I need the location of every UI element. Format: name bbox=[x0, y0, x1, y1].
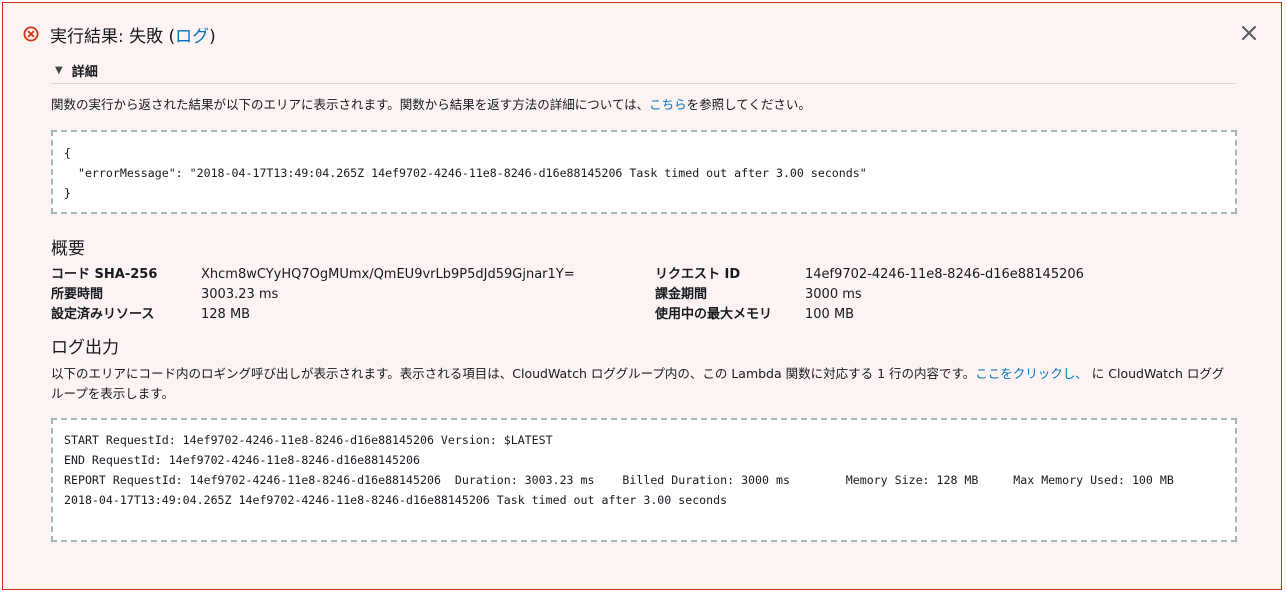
divider bbox=[51, 83, 1235, 84]
summary-title: 概要 bbox=[51, 239, 85, 259]
summary-row: 所要時間 3003.23 ms 課金期間 3000 ms bbox=[51, 285, 1084, 305]
summary-key: リクエスト ID bbox=[655, 267, 741, 282]
summary-key: コード SHA-256 bbox=[51, 267, 158, 282]
result-json-box[interactable]: { "errorMessage": "2018-04-17T13:49:04.2… bbox=[51, 130, 1237, 214]
log-desc-text: 以下のエリアにコード内のロギング呼び出しが表示されます。表示される項目は、Clo… bbox=[51, 366, 976, 381]
summary-value: 14ef9702-4246-11e8-8246-d16e88145206 bbox=[805, 267, 1084, 282]
summary-key: 設定済みリソース bbox=[51, 307, 155, 322]
summary-value: Xhcm8wCYyHQ7OgMUmx/QmEU9vrLb9P5dJd59Gjna… bbox=[201, 267, 575, 282]
summary-value: 3003.23 ms bbox=[201, 287, 279, 302]
summary-value: 100 MB bbox=[805, 307, 855, 322]
summary-value: 128 MB bbox=[201, 307, 251, 322]
result-header: 実行結果: 失敗 (ログ) bbox=[23, 25, 216, 49]
details-toggle-label: 詳細 bbox=[71, 65, 98, 80]
log-link[interactable]: ログ bbox=[175, 25, 209, 49]
summary-value: 3000 ms bbox=[805, 287, 862, 302]
result-description: 関数の実行から返された結果が以下のエリアに表示されます。関数から結果を返す方法の… bbox=[51, 96, 811, 114]
result-status-label: 実行結果: 失敗 ( bbox=[50, 27, 176, 47]
log-output-box[interactable]: START RequestId: 14ef9702-4246-11e8-8246… bbox=[51, 418, 1237, 542]
result-desc-text: 関数の実行から返された結果が以下のエリアに表示されます。関数から結果を返す方法の… bbox=[51, 97, 650, 112]
execution-result-panel: 実行結果: 失敗 (ログ) ▼ 詳細 関数の実行から返された結果が以下のエリアに… bbox=[2, 2, 1282, 590]
close-x-icon[interactable] bbox=[1239, 23, 1259, 43]
log-output-description: 以下のエリアにコード内のロギング呼び出しが表示されます。表示される項目は、Clo… bbox=[51, 364, 1231, 404]
cloudwatch-link[interactable]: ここをクリックし、 bbox=[975, 366, 1088, 381]
summary-row: 設定済みリソース 128 MB 使用中の最大メモリ 100 MB bbox=[51, 305, 1084, 325]
log-output-title: ログ出力 bbox=[51, 338, 119, 358]
result-status-close: ) bbox=[209, 27, 216, 47]
docs-link[interactable]: こちら bbox=[649, 97, 687, 112]
summary-key: 所要時間 bbox=[51, 287, 104, 302]
result-desc-text-end: を参照してください。 bbox=[686, 97, 811, 112]
summary-table: コード SHA-256 Xhcm8wCYyHQ7OgMUmx/QmEU9vrLb… bbox=[51, 265, 1084, 325]
error-circle-x-icon bbox=[23, 26, 39, 42]
details-toggle[interactable]: ▼ 詳細 bbox=[55, 61, 98, 80]
summary-key: 課金期間 bbox=[655, 287, 708, 302]
summary-row: コード SHA-256 Xhcm8wCYyHQ7OgMUmx/QmEU9vrLb… bbox=[51, 265, 1084, 285]
caret-down-icon: ▼ bbox=[55, 65, 63, 76]
summary-key: 使用中の最大メモリ bbox=[655, 307, 773, 322]
